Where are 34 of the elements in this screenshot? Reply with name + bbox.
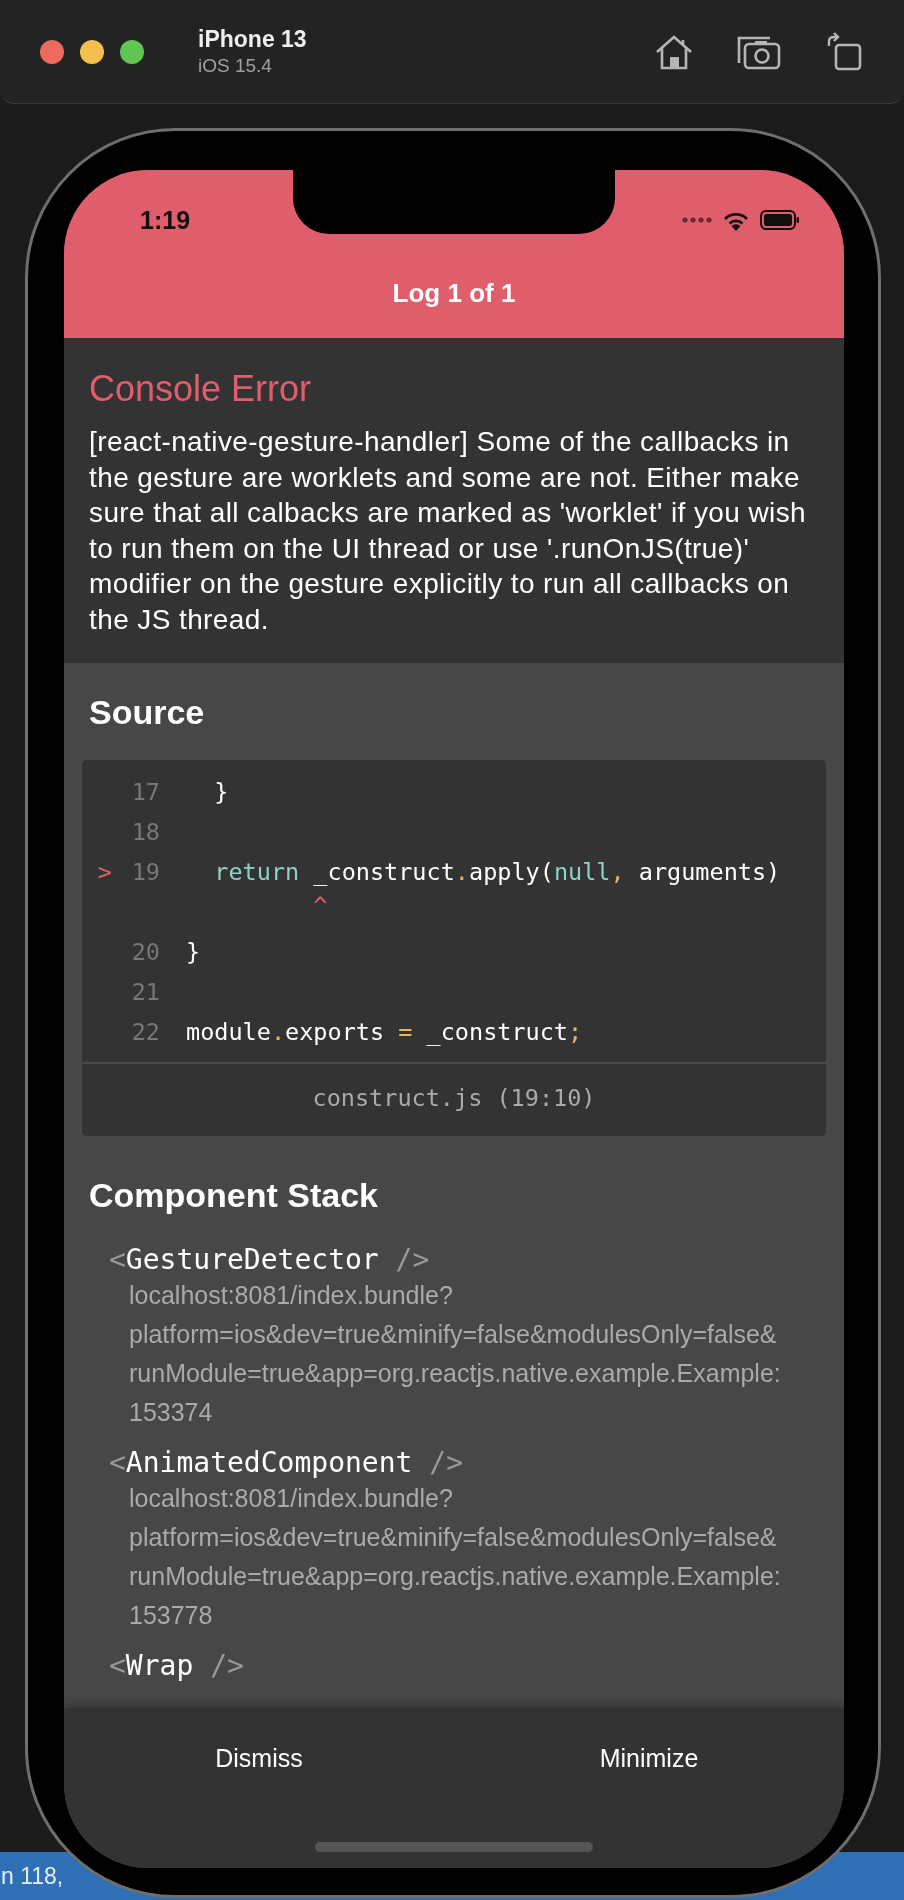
- code-line: }: [186, 938, 201, 966]
- line-marker: >: [96, 858, 113, 886]
- line-number: 17: [130, 778, 160, 806]
- error-title: Console Error: [89, 368, 313, 410]
- component-name: <Wrap />: [109, 1649, 244, 1682]
- error-message: [react-native-gesture-handler] Some of the callbacks in the gesture are worklets and some are not. Either make sure that all calbacks are marked as 'worklet' if you wish to run them on the UI thread or use '.runOnJS(true)' modifier on the gesture explicitly to run all callbacks on the JS thread.: [89, 425, 808, 637]
- line-number: 22: [130, 1018, 160, 1046]
- code-line: }: [213, 778, 229, 806]
- dismiss-button[interactable]: Dismiss: [64, 1708, 454, 1808]
- section-title: Component Stack: [89, 1176, 380, 1215]
- battery-icon: [760, 210, 800, 230]
- line-number: 21: [130, 978, 160, 1006]
- line-number: 18: [130, 818, 160, 846]
- component-name: <AnimatedComponent />: [109, 1446, 463, 1479]
- caret-marker: ^: [313, 892, 328, 920]
- device-name: iPhone 13: [198, 26, 307, 53]
- component-name: <GestureDetector />: [109, 1243, 430, 1276]
- line-number: 19: [130, 858, 160, 886]
- log-title: Log 1 of 1: [391, 278, 517, 309]
- component-location: localhost:8081/index.bundle? platform=ios&dev=true&minify=false&modulesOnly=false& runModule=true&app=org.reactjs.native.example.Example: 153778: [129, 1483, 782, 1631]
- line-number: 20: [130, 938, 160, 966]
- section-title: Source: [89, 693, 206, 732]
- zoom-button[interactable]: [120, 39, 144, 64]
- close-button[interactable]: [40, 39, 64, 64]
- component-location: localhost:8081/index.bundle? platform=ios&dev=true&minify=false&modulesOnly=false& runModule=true&app=org.reactjs.native.example.Example: 153374: [129, 1280, 782, 1428]
- signal-icon: [682, 217, 712, 223]
- source-file: construct.js (19:10): [82, 1062, 826, 1136]
- minimize-button[interactable]: [80, 39, 104, 64]
- os-version: iOS 15.4: [198, 55, 273, 77]
- code-line: module.exports = _construct;: [186, 1018, 583, 1046]
- minimize-button[interactable]: Minimize: [454, 1708, 844, 1808]
- status-text: n 118,: [1, 1862, 64, 1890]
- status-time: 1:19: [140, 205, 191, 235]
- code-line: return _construct.apply(null, arguments): [213, 858, 781, 886]
